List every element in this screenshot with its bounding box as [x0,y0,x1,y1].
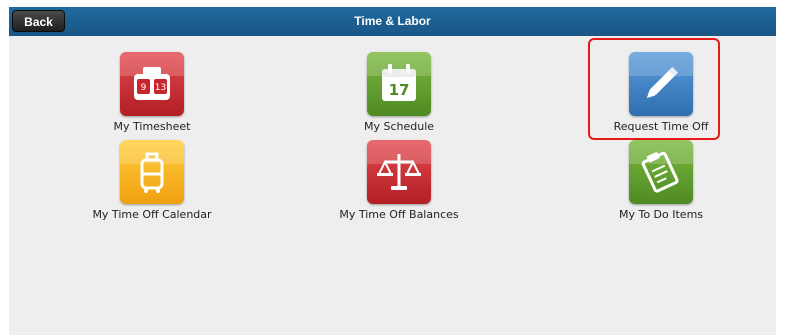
clipboard-icon [629,140,693,204]
svg-text:17: 17 [389,81,410,99]
tile-my-to-do-items[interactable]: My To Do Items [581,124,741,221]
header-bar: Back Time & Labor [9,7,776,37]
timesheet-icon: 9 13 [120,52,184,116]
tile-my-timesheet[interactable]: 9 13 My Timesheet [72,36,232,133]
page-title: Time & Labor [354,14,431,28]
tile-label: My Time Off Balances [339,208,459,221]
tile-my-schedule[interactable]: 17 My Schedule [319,36,479,133]
svg-text:13: 13 [155,83,166,93]
tile-my-time-off-calendar[interactable]: My Time Off Calendar [72,124,232,221]
luggage-icon [120,140,184,204]
scales-icon [367,140,431,204]
tile-grid: 9 13 My Timesheet 17 My Schedule Request… [9,36,776,335]
tile-request-time-off[interactable]: Request Time Off [581,36,741,133]
tile-label: My Time Off Calendar [92,208,212,221]
top-strip [0,0,785,7]
pencil-icon [629,52,693,116]
calendar-icon: 17 [367,52,431,116]
tile-label: My To Do Items [618,208,704,221]
tile-my-time-off-balances[interactable]: My Time Off Balances [319,124,479,221]
svg-text:9: 9 [141,83,147,93]
